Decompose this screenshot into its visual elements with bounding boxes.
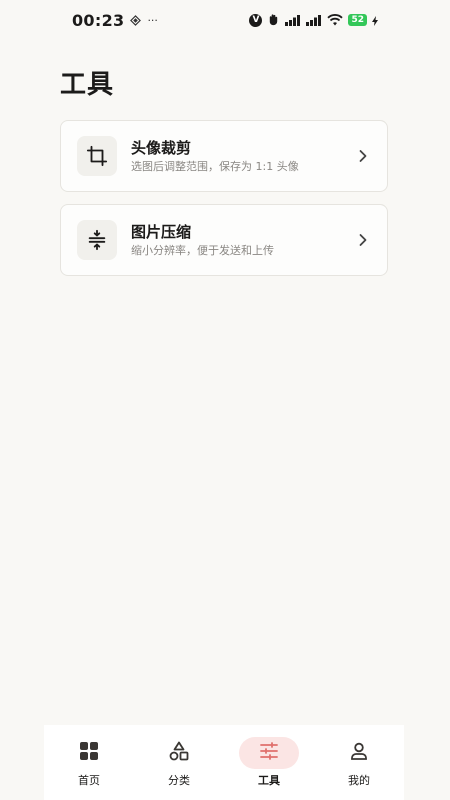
grid-icon <box>79 741 99 765</box>
vpn-badge-icon: V <box>249 13 263 27</box>
nav-icon-wrap <box>329 737 389 769</box>
compress-icon <box>77 220 117 260</box>
nav-icon-wrap <box>149 737 209 769</box>
status-time: 00:23 <box>72 10 125 30</box>
tool-text: 图片压缩 缩小分辨率，便于发送和上传 <box>131 222 355 259</box>
nav-label: 我的 <box>348 774 370 787</box>
nav-label: 工具 <box>258 774 280 787</box>
bottom-nav: 首页 分类 工具 我的 <box>44 725 404 800</box>
tool-card-image-compress[interactable]: 图片压缩 缩小分辨率，便于发送和上传 <box>60 204 388 276</box>
chevron-right-icon <box>355 232 371 248</box>
nav-icon-wrap <box>59 737 119 769</box>
nav-item-tools[interactable]: 工具 <box>229 737 309 788</box>
user-icon <box>349 741 369 765</box>
status-right: V 52 <box>249 11 378 30</box>
tool-title: 图片压缩 <box>131 222 192 241</box>
chevron-right-icon <box>355 148 371 164</box>
tool-list: 头像裁剪 选图后调整范围，保存为 1:1 头像 图片压缩 缩小分辨率，便于发送和… <box>60 120 388 288</box>
nav-diamond-icon <box>130 11 142 30</box>
nav-item-category[interactable]: 分类 <box>139 737 219 788</box>
nav-label: 分类 <box>168 774 190 787</box>
signal-icon <box>285 11 301 30</box>
app-screen: 00:23 ··· V 52 工具 头像裁剪 选图后调整范围，保存为 1:1 头… <box>0 0 450 800</box>
wifi-icon <box>327 11 344 30</box>
charging-icon <box>372 11 378 30</box>
battery-icon: 52 <box>348 14 367 26</box>
crop-icon <box>77 136 117 176</box>
tool-text: 头像裁剪 选图后调整范围，保存为 1:1 头像 <box>131 138 355 175</box>
hand-icon <box>267 11 280 30</box>
sliders-icon <box>259 741 279 765</box>
signal-icon-2 <box>306 11 322 30</box>
nav-item-home[interactable]: 首页 <box>49 737 129 788</box>
nav-label: 首页 <box>78 774 100 787</box>
status-left: 00:23 ··· <box>72 11 158 30</box>
tool-title: 头像裁剪 <box>131 138 192 157</box>
nav-item-profile[interactable]: 我的 <box>319 737 399 788</box>
status-bar: 00:23 ··· V 52 <box>0 0 450 40</box>
shapes-icon <box>169 741 189 765</box>
tool-description: 选图后调整范围，保存为 1:1 头像 <box>131 159 299 173</box>
status-more: ··· <box>147 13 158 27</box>
tool-card-avatar-crop[interactable]: 头像裁剪 选图后调整范围，保存为 1:1 头像 <box>60 120 388 192</box>
page-title: 工具 <box>60 70 115 100</box>
tool-description: 缩小分辨率，便于发送和上传 <box>131 243 274 257</box>
nav-icon-wrap-active <box>239 737 299 769</box>
